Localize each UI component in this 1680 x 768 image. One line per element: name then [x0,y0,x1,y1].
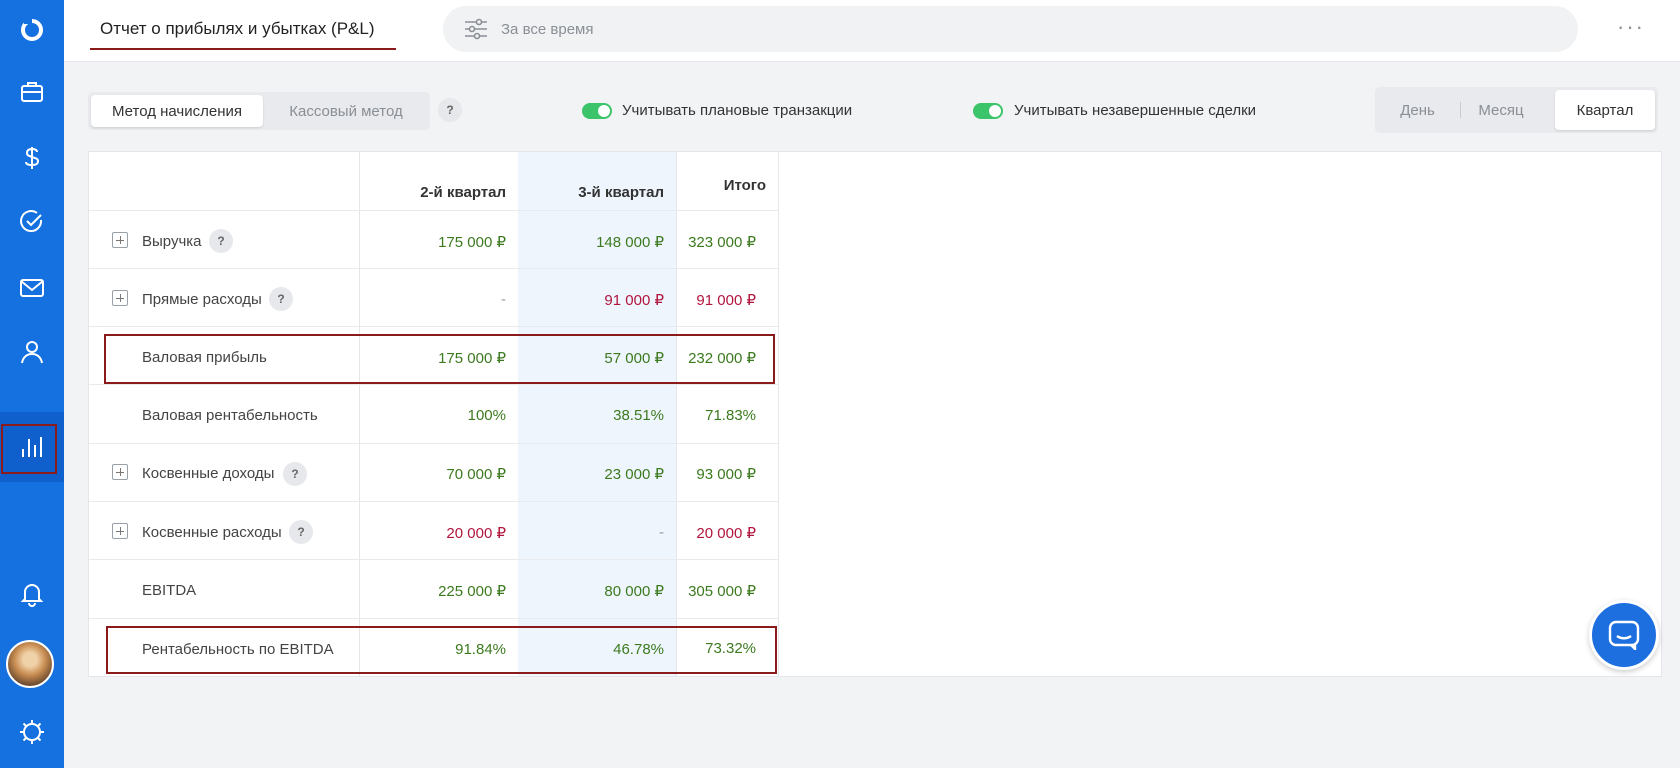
col-header-q3[interactable]: 3-й квартал [518,184,664,201]
row-label-ebitda: EBITDA [142,582,197,599]
direct-costs-help-icon[interactable]: ? [269,287,293,311]
row-label-gross-margin: Валовая рентабельность [142,407,318,424]
method-cash-button[interactable]: Кассовый метод [266,95,426,127]
row-divider [89,326,779,327]
cell-indirect-income-total: 93 000 ₽ [696,466,756,483]
row-label-indirect-costs: Косвенные расходы [142,524,282,541]
col-divider [778,152,779,676]
deals-toggle-label: Учитывать незавершенные сделки [1014,102,1257,119]
dollar-icon[interactable] [0,128,64,188]
planned-toggle[interactable] [582,103,612,119]
cell-direct-costs-total: 91 000 ₽ [696,292,756,309]
row-label-indirect-income: Косвенные доходы [142,465,275,482]
page-title[interactable]: Отчет о прибылях и убытках (P&L) [100,19,375,39]
cell-gross-margin-q2: 100% [467,407,506,424]
period-month-button[interactable]: Месяц [1461,90,1541,130]
cell-revenue-q2: 175 000 ₽ [438,234,506,251]
filter-label: За все время [501,21,594,38]
ebitda-margin-highlight [106,626,777,674]
check-circle-icon[interactable] [0,192,64,252]
cell-indirect-costs-q2: 20 000 ₽ [446,525,506,542]
planned-toggle-label: Учитывать плановые транзакции [622,102,853,119]
expand-direct-costs-icon[interactable] [112,290,128,306]
gross-profit-highlight [104,334,775,384]
row-divider [89,268,779,269]
report-panel: 2-й квартал 3-й квартал Итого Выручка ? … [88,151,1662,677]
cell-gross-margin-total: 71.83% [705,407,756,424]
col-divider [359,152,360,676]
active-highlight [1,424,57,474]
deals-toggle[interactable] [973,103,1003,119]
row-divider [89,501,779,502]
chat-icon[interactable] [1589,600,1659,670]
expand-indirect-costs-icon[interactable] [112,523,128,539]
cell-indirect-income-q2: 70 000 ₽ [446,466,506,483]
pl-table: 2-й квартал 3-й квартал Итого Выручка ? … [89,152,779,676]
cell-indirect-costs-total: 20 000 ₽ [696,525,756,542]
method-segment: Метод начисления Кассовый метод [88,92,430,130]
col-header-q2[interactable]: 2-й квартал [359,184,506,201]
revenue-help-icon[interactable]: ? [209,229,233,253]
row-label-direct-costs: Прямые расходы [142,291,262,308]
mail-icon[interactable] [0,258,64,318]
row-divider [89,443,779,444]
expand-revenue-icon[interactable] [112,232,128,248]
logo-icon[interactable] [0,0,64,60]
row-divider [89,559,779,560]
row-divider [89,618,779,619]
period-segment: День Месяц Квартал [1375,87,1658,133]
settings-icon[interactable] [0,702,64,762]
cell-ebitda-q2: 225 000 ₽ [438,583,506,600]
cell-direct-costs-q2: - [501,291,506,308]
cell-revenue-total: 323 000 ₽ [688,234,756,251]
method-help-icon[interactable]: ? [438,98,462,122]
row-divider [89,210,779,211]
more-icon[interactable]: ··· [1617,14,1645,40]
filter-bar[interactable]: За все время [443,6,1578,52]
row-divider [89,384,779,385]
bell-icon[interactable] [0,564,64,624]
row-label-revenue: Выручка [142,233,202,250]
period-day-button[interactable]: День [1375,90,1460,130]
bar-chart-icon[interactable] [0,412,64,482]
expand-indirect-income-icon[interactable] [112,464,128,480]
indirect-costs-help-icon[interactable]: ? [289,520,313,544]
title-underline [90,48,396,50]
avatar[interactable] [6,640,54,688]
indirect-income-help-icon[interactable]: ? [283,462,307,486]
method-accrual-button[interactable]: Метод начисления [91,95,263,127]
col-header-total: Итого [723,177,766,194]
briefcase-icon[interactable] [0,62,64,122]
sliders-icon [465,18,487,40]
user-icon[interactable] [0,322,64,382]
cell-ebitda-total: 305 000 ₽ [688,583,756,600]
period-quarter-button[interactable]: Квартал [1555,90,1655,130]
sidebar [0,0,64,768]
topbar: Отчет о прибылях и убытках (P&L) За все … [64,0,1680,62]
